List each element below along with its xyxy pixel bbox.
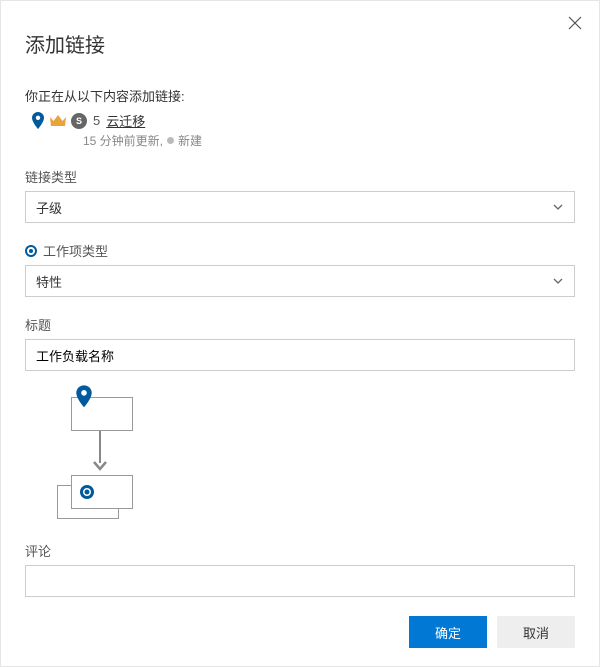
crown-icon	[49, 114, 67, 128]
close-icon	[568, 16, 582, 30]
dialog-title: 添加链接	[25, 29, 575, 58]
work-item-type-label: 工作项类型	[25, 241, 575, 260]
close-button[interactable]	[565, 13, 585, 33]
item-link[interactable]: 云迁移	[106, 111, 145, 130]
target-icon	[25, 245, 37, 257]
title-label: 标题	[25, 315, 575, 334]
target-icon	[80, 485, 94, 499]
status-dot-icon	[167, 137, 174, 144]
dialog-subtitle: 你正在从以下内容添加链接:	[25, 86, 575, 105]
pin-icon	[31, 112, 45, 130]
link-type-label: 链接类型	[25, 167, 575, 186]
item-id: 5	[93, 113, 100, 128]
link-type-select[interactable]: 子级	[25, 191, 575, 223]
diagram-target-box	[71, 475, 133, 509]
comment-label: 评论	[25, 541, 575, 560]
work-item-type-select[interactable]: 特性	[25, 265, 575, 297]
item-updated-time: 15 分钟前更新,	[83, 132, 163, 149]
cancel-button[interactable]: 取消	[497, 616, 575, 648]
chevron-down-icon	[552, 201, 564, 213]
badge-icon: S	[71, 113, 87, 129]
pin-icon	[75, 385, 93, 412]
title-input[interactable]	[25, 339, 575, 371]
work-item-type-value: 特性	[36, 272, 62, 291]
comment-input[interactable]	[25, 565, 575, 597]
item-status: 新建	[178, 132, 202, 149]
dialog-button-row: 确定 取消	[409, 616, 575, 648]
source-item-row: S 5 云迁移	[31, 111, 575, 130]
relationship-diagram	[47, 391, 177, 521]
ok-button[interactable]: 确定	[409, 616, 487, 648]
item-meta: 15 分钟前更新, 新建	[83, 132, 575, 149]
link-type-value: 子级	[36, 198, 62, 217]
chevron-down-icon	[552, 275, 564, 287]
arrow-down-icon	[99, 431, 101, 471]
